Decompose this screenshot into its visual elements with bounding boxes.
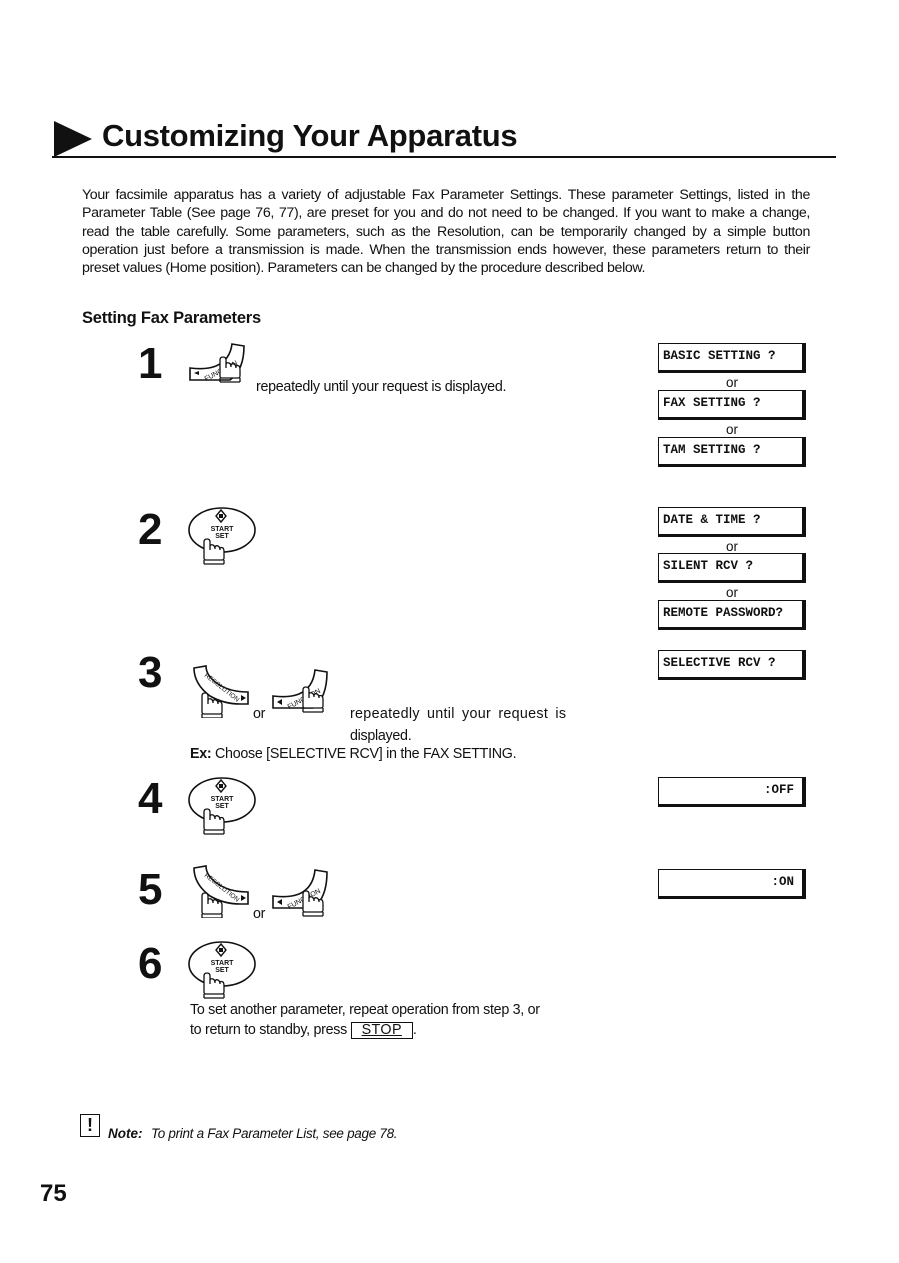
step-5-number: 5 [138,865,163,914]
display-or-label: or [725,585,738,600]
page-title-bar: Customizing Your Apparatus [52,116,836,158]
step-5-or-label: or [253,906,266,922]
lcd-display: BASIC SETTING ? [658,343,806,373]
set-key-label: SET [215,533,229,540]
stop-key-label: STOP [361,1022,402,1038]
step-6-prefix: to return to standby, press [190,1022,351,1038]
lcd-display: TAM SETTING ? [658,437,806,467]
lcd-display: FAX SETTING ? [658,390,806,420]
display-or-label: or [725,422,738,437]
step-4-number: 4 [138,774,163,823]
resolution-key-icon[interactable]: RESOLUTION [190,664,252,718]
lcd-display: :ON [658,869,806,899]
svg-text:START: START [211,796,235,803]
function-key-icon[interactable]: FUNCTION [186,340,250,386]
note-label: Note: [108,1126,143,1141]
display-or-label: or [725,375,738,390]
svg-text:START: START [211,960,235,967]
start-set-key-icon[interactable]: START SET [186,776,258,838]
intro-paragraph: Your facsimile apparatus has a variety o… [82,187,810,277]
svg-text:SET: SET [215,967,229,974]
stop-key[interactable]: STOP [350,1022,413,1039]
step-3-number: 3 [138,648,163,697]
section-heading: Setting Fax Parameters [82,309,262,327]
example-label: Ex: [190,746,212,762]
step-1-number: 1 [138,339,163,388]
step-3-instruction-cont: displayed. [350,728,412,744]
lcd-display: SILENT RCV ? [658,553,806,583]
note-text: To print a Fax Parameter List, see page … [151,1126,398,1141]
start-key-label: START [211,526,235,533]
step-1-instruction: repeatedly until your request is display… [256,379,507,395]
function-key-icon[interactable]: FUNCTION [269,666,333,720]
step-6-number: 6 [138,939,163,988]
example-text: Choose [SELECTIVE RCV] in the FAX SETTIN… [211,746,517,762]
note-warning-icon: ! [80,1114,100,1137]
step-6-suffix: . [412,1022,417,1038]
triangle-arrow-icon [54,121,92,157]
step-2-number: 2 [138,505,163,554]
step-3-instruction: repeatedly until your request is [350,706,567,722]
step-3-example: Ex: Choose [SELECTIVE RCV] in the FAX SE… [190,746,517,762]
lcd-display: DATE & TIME ? [658,507,806,537]
display-or-label: or [725,539,738,554]
resolution-key-icon[interactable]: RESOLUTION [190,864,252,918]
page-title: Customizing Your Apparatus [102,118,518,153]
lcd-display: :OFF [658,777,806,807]
step-6-instruction-cont: to return to standby, press STOP. [190,1022,417,1039]
function-key-icon[interactable]: FUNCTION [269,866,333,924]
lcd-display: SELECTIVE RCV ? [658,650,806,680]
lcd-display: REMOTE PASSWORD? [658,600,806,630]
page-number: 75 [40,1180,67,1207]
start-set-key-icon[interactable]: START SET [186,506,258,568]
step-6-instruction: To set another parameter, repeat operati… [190,1002,540,1018]
start-set-key-icon[interactable]: START SET [186,940,258,1002]
svg-text:SET: SET [215,803,229,810]
step-3-or-label: or [253,706,266,722]
